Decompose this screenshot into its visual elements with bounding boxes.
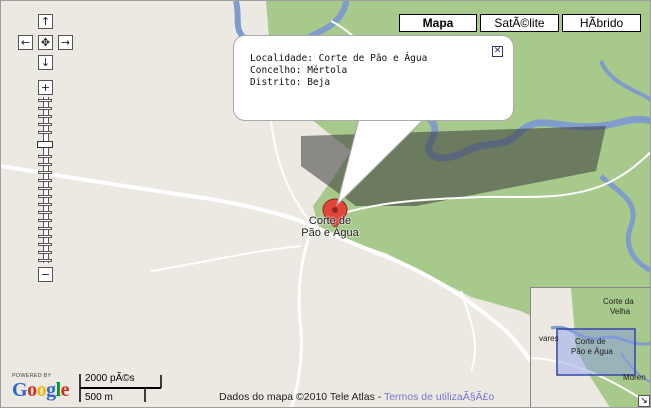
info-locality: Localidade: Corte de Pão e Água [250,53,428,64]
close-icon[interactable]: ✕ [492,46,503,57]
zoom-tick [38,243,52,246]
zoom-tick [38,123,52,126]
google-wordmark: Google [12,379,70,402]
zoom-out-button[interactable]: − [38,267,53,282]
overview-label-center2: Pão e Água [571,347,613,356]
logo-letter: o [27,379,37,401]
info-municipality: Concelho: Mértola [250,65,348,76]
pan-down-button[interactable]: ↓ [38,55,53,70]
scale-metric: 500 m [85,392,113,403]
zoom-tick [38,235,52,238]
scale-imperial: 2000 pÃ©s [85,373,135,384]
zoom-tick [38,203,52,206]
zoom-tick [38,251,52,254]
place-label-line2: Pão e Água [301,227,359,239]
logo-letter: o [36,379,47,401]
logo-letter: e [60,379,70,401]
zoom-in-button[interactable]: + [38,80,53,95]
info-district: Distrito: Beja [250,77,331,88]
logo-letter: G [12,379,28,401]
zoom-tick [38,163,52,166]
zoom-tick [38,115,52,118]
overview-map[interactable]: Corte da Velha Corte de Pão e Água vares… [530,287,650,407]
place-label-line1: Corte de [308,215,352,227]
pan-center-button[interactable]: ✥ [38,35,53,50]
zoom-tick [38,131,52,134]
collapse-icon[interactable]: ↘ [638,395,650,407]
zoom-slider-handle[interactable] [37,141,53,148]
pan-left-button[interactable]: ← [18,35,33,50]
zoom-tick [38,219,52,222]
attribution-text: Dados do mapa ©2010 Tele Atlas - [219,391,384,403]
overview-label-left: vares [539,334,559,343]
map-type-button-hybrid[interactable]: HÃbrido [562,14,641,32]
zoom-tick [38,179,52,182]
overview-label-top: Corte da [603,297,634,306]
zoom-tick [38,99,52,102]
overview-label-center1: Corte de [575,337,606,346]
pan-up-button[interactable]: ↑ [38,14,53,29]
info-window: Localidade: Corte de Pão e Água Concelho… [233,35,514,121]
pan-right-button[interactable]: → [58,35,73,50]
map-type-button-satellite[interactable]: SatÃ©lite [480,14,559,32]
zoom-tick [38,195,52,198]
zoom-tick [38,171,52,174]
terms-link[interactable]: Termos de utilizaÃ§Ã£o [384,391,494,403]
zoom-tick [38,155,52,158]
zoom-tick [38,187,52,190]
logo-letter: g [46,379,56,401]
zoom-tick [38,227,52,230]
map-canvas[interactable]: Localidade: Corte de Pão e Água Concelho… [0,0,651,408]
place-label: Corte de Pão e Água [297,215,363,239]
zoom-slider-track[interactable] [38,97,52,263]
overview-label-right: Moren [623,373,646,382]
google-logo[interactable]: POWERED BY Google [12,373,76,403]
bubble-tail [336,117,426,207]
zoom-tick [38,211,52,214]
map-type-button-map[interactable]: Mapa [399,14,477,32]
overview-label-top2: Velha [610,307,631,316]
zoom-tick [38,259,52,262]
zoom-tick [38,107,52,110]
scale-bar: 2000 pÃ©s 500 m [79,372,163,404]
attribution: Dados do mapa ©2010 Tele Atlas - Termos … [219,391,494,403]
